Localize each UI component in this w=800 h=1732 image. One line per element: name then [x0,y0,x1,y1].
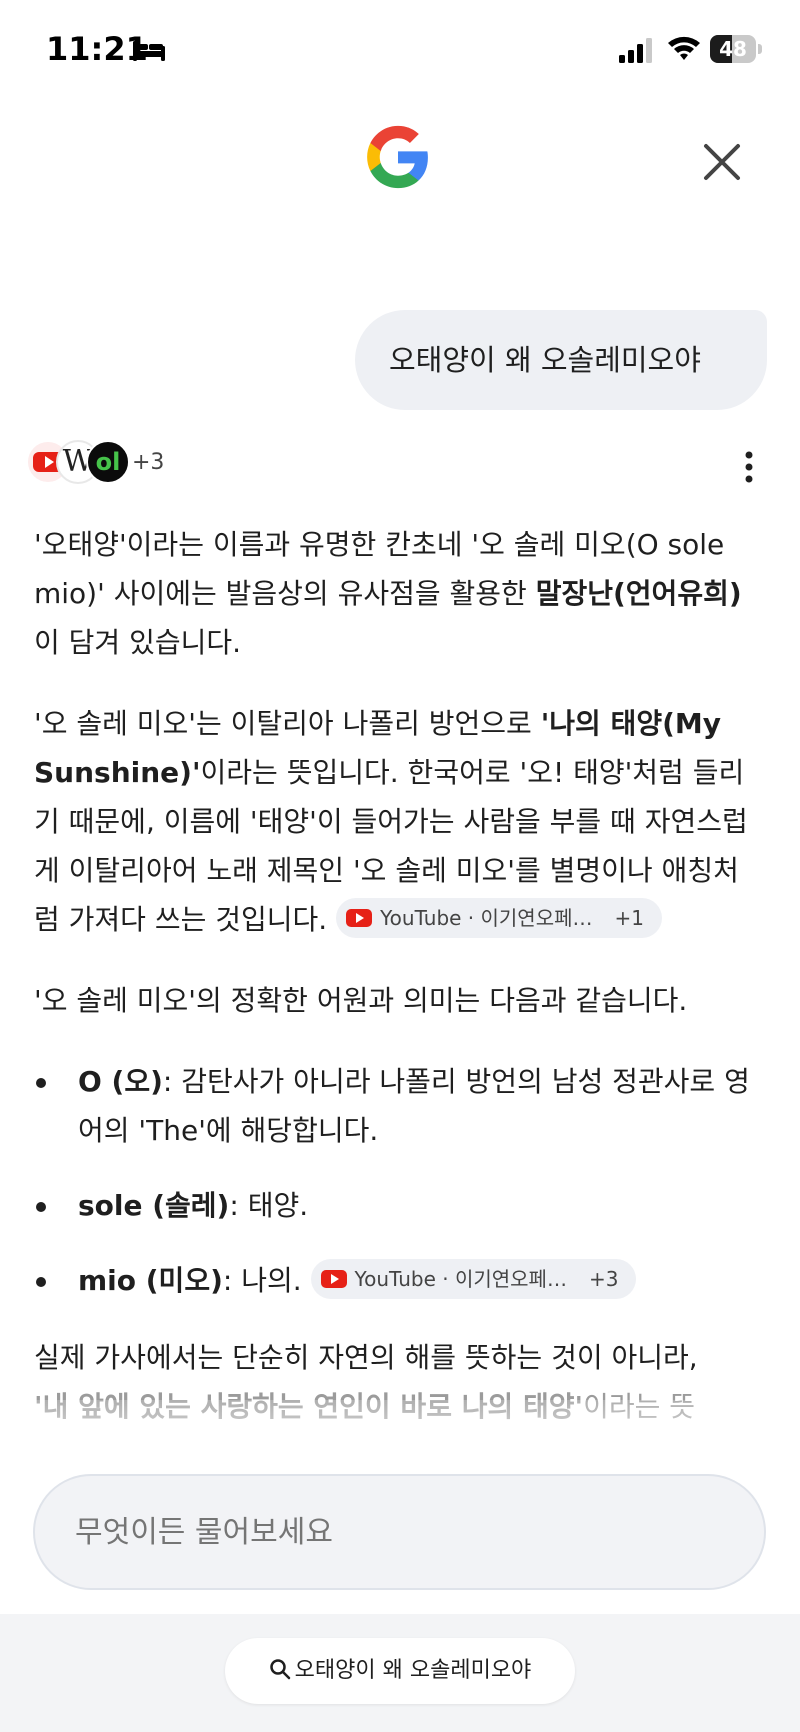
list-term: mio (미오) [78,1264,223,1297]
battery-body: 48 [710,35,756,63]
chip-count: +1 [614,906,644,930]
source-icons[interactable]: W ol +3 [26,440,226,490]
chip-label: YouTube · 이기연오페… [354,1267,567,1291]
list-term: sole (솔레) [78,1189,230,1222]
list-desc: : 태양. [229,1189,309,1222]
battery-indicator: 48 [710,35,762,63]
answer-paragraph: '오 솔레 미오'의 정확한 어원과 의미는 다음과 같습니다. [34,984,688,1017]
list-desc: : 나의. [222,1264,302,1297]
youtube-icon [346,908,373,927]
answer-paragraph: '오 솔레 미오'는 이탈리아 나폴리 방언으로 '나의 태양(My Sunsh… [34,699,764,944]
more-sources-count[interactable]: +3 [132,450,164,475]
close-icon[interactable] [700,140,744,184]
answer-paragraph: '오태양'이라는 이름과 유명한 칸초네 '오 솔레 미오(O sole mio… [34,520,764,667]
source-chip[interactable]: YouTube · 이기연오페… +1 [336,898,662,938]
google-g-icon [367,125,428,189]
status-bar: 11:21 48 [0,0,800,100]
wifi-icon [668,36,700,60]
list-term: O (오) [78,1065,163,1098]
meaning-list: O (오): 감탄사가 아니라 나폴리 방언의 남성 정관사로 영어의 'The… [34,1057,764,1305]
ask-input[interactable] [33,1474,766,1590]
chip-count: +3 [588,1267,619,1291]
answer-text: '오 솔레 미오'는 이탈리아 나폴리 방언으로 [34,707,541,740]
search-icon [269,1659,290,1680]
battery-percent: 48 [719,37,747,61]
bottom-bar: 오태양이 왜 오솔레미오야 [0,1614,800,1732]
search-query-button[interactable]: 오태양이 왜 오솔레미오야 [225,1638,575,1704]
answer-bold: 말장난(언어유희) [535,577,742,610]
more-vert-icon[interactable] [740,450,758,484]
search-query-label: 오태양이 왜 오솔레미오야 [294,1658,532,1683]
list-item: sole (솔레): 태양. [34,1181,764,1230]
chip-label: YouTube · 이기연오페… [380,906,593,930]
user-query-bubble: 오태양이 왜 오솔레미오야 [355,310,767,410]
battery-tip [758,44,762,54]
answer-text: 실제 가사에서는 단순히 자연의 해를 뜻하는 것이 아니라, [34,1341,698,1374]
list-desc: : 감탄사가 아니라 나폴리 방언의 남성 정관사로 영어의 'The'에 해당… [78,1065,750,1147]
answer-text: 이 담겨 있습니다. [34,626,242,659]
site-icon[interactable]: ol [86,440,130,484]
list-item: mio (미오): 나의. YouTube · 이기연오페… +3 [34,1256,764,1305]
cellular-signal-icon [619,38,652,63]
source-chip[interactable]: YouTube · 이기연오페… +3 [310,1259,637,1299]
list-item: O (오): 감탄사가 아니라 나폴리 방언의 남성 정관사로 영어의 'The… [34,1057,764,1155]
youtube-icon [320,1269,347,1288]
bed-icon [133,41,165,61]
ai-answer: '오태양'이라는 이름과 유명한 칸초네 '오 솔레 미오(O sole mio… [34,520,764,1431]
